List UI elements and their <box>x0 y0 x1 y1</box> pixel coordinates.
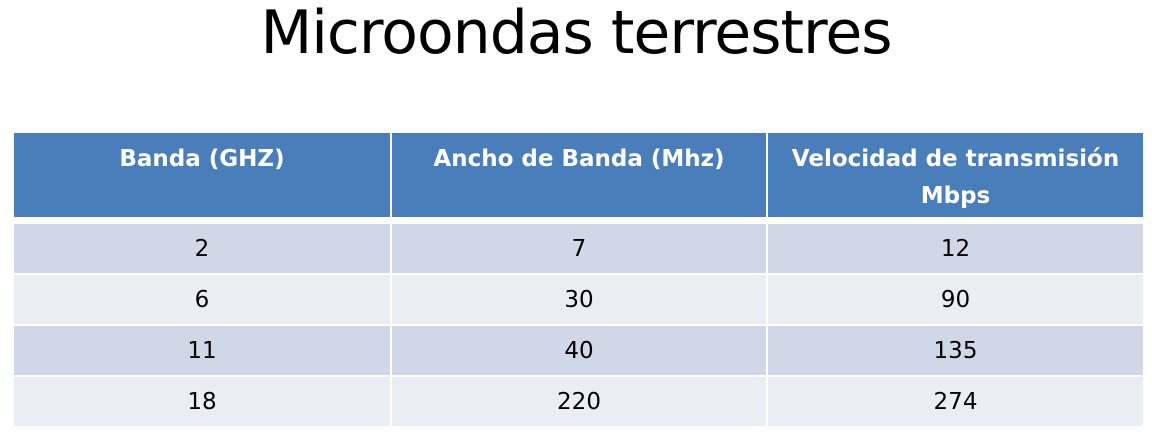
slide-title: Microondas terrestres <box>260 0 892 68</box>
header-cell-banda: Banda (GHZ) <box>14 133 390 222</box>
table-row: 18 220 274 <box>14 375 1143 426</box>
table-header: Banda (GHZ) Ancho de Banda (Mhz) Velocid… <box>14 133 1143 222</box>
bandwidth-table: Banda (GHZ) Ancho de Banda (Mhz) Velocid… <box>14 133 1143 426</box>
table-cell: 6 <box>14 273 390 324</box>
table-cell: 220 <box>390 375 766 426</box>
table-cell: 30 <box>390 273 766 324</box>
table-cell: 274 <box>766 375 1143 426</box>
table-cell: 40 <box>390 324 766 375</box>
table-body: 2 7 12 6 30 90 11 40 135 18 220 274 <box>14 222 1143 426</box>
table-row: 6 30 90 <box>14 273 1143 324</box>
table-row: 11 40 135 <box>14 324 1143 375</box>
table-cell: 7 <box>390 222 766 273</box>
table-cell: 11 <box>14 324 390 375</box>
table-cell: 12 <box>766 222 1143 273</box>
table-cell: 90 <box>766 273 1143 324</box>
table-cell: 18 <box>14 375 390 426</box>
table-cell: 2 <box>14 222 390 273</box>
table-row: 2 7 12 <box>14 222 1143 273</box>
header-row: Banda (GHZ) Ancho de Banda (Mhz) Velocid… <box>14 133 1143 222</box>
table-cell: 135 <box>766 324 1143 375</box>
header-cell-velocidad: Velocidad de transmisión Mbps <box>766 133 1143 222</box>
header-cell-ancho-de-banda: Ancho de Banda (Mhz) <box>390 133 766 222</box>
